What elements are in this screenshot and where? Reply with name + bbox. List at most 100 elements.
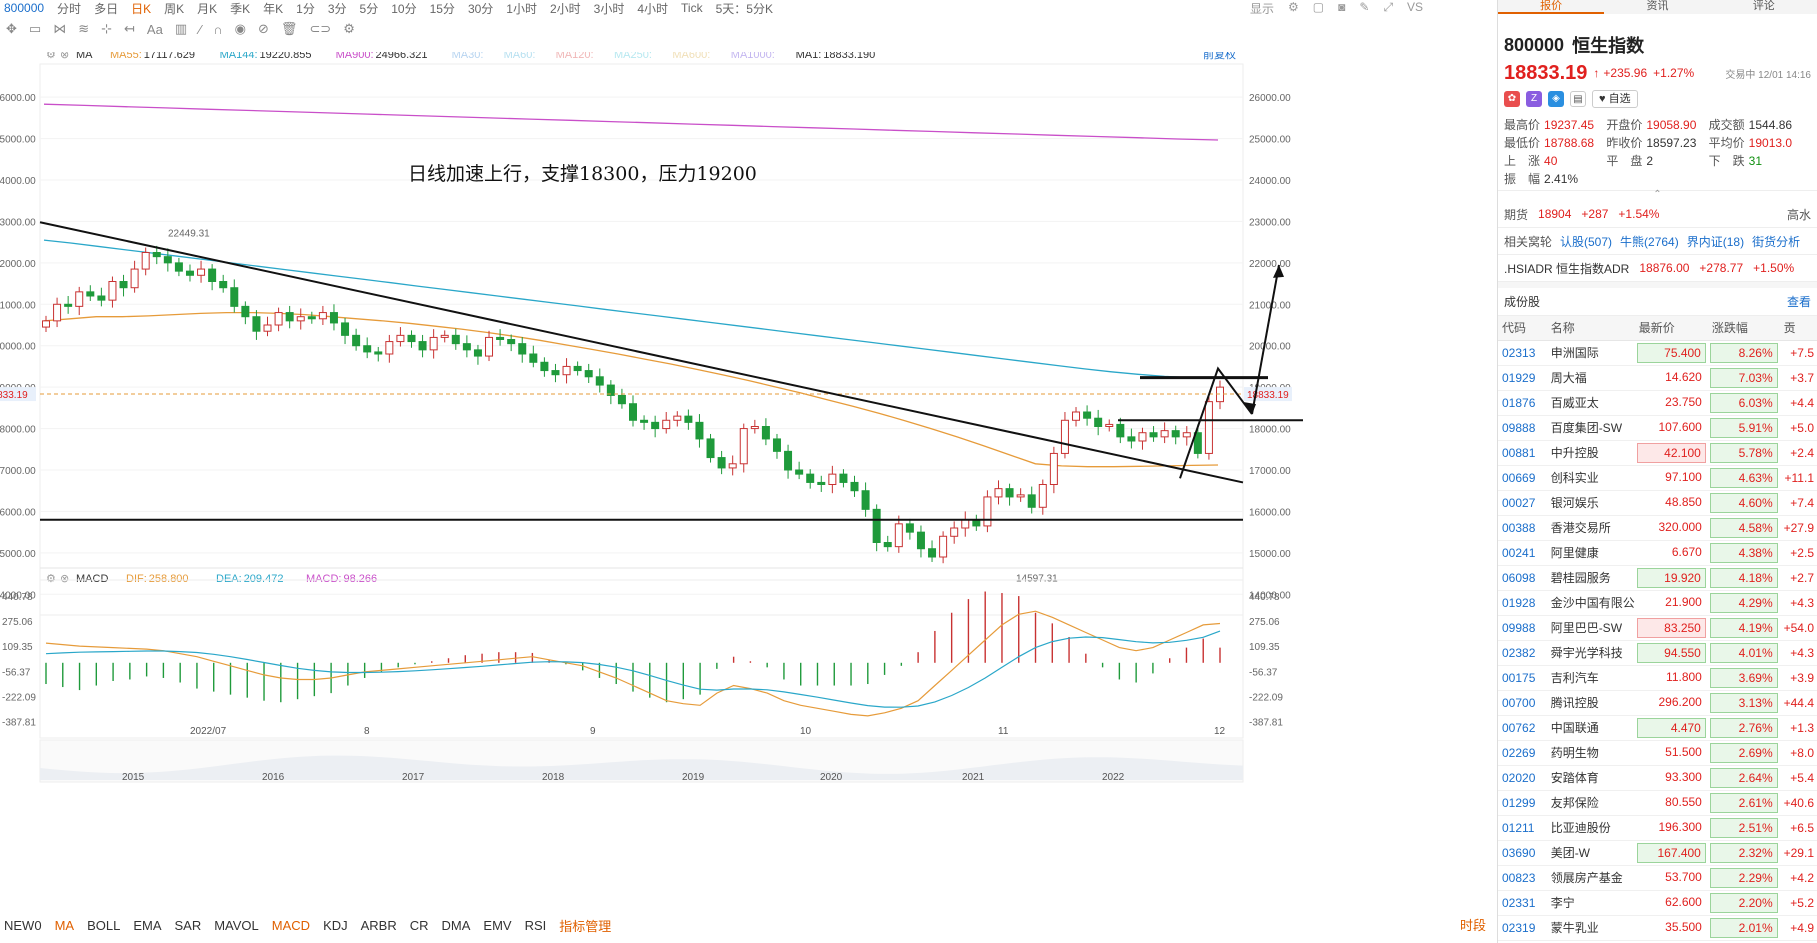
indicator-tab[interactable]: KDJ xyxy=(323,918,348,933)
period-tab[interactable]: 5分 xyxy=(356,0,388,17)
adjust-button[interactable]: 前复权 xyxy=(1203,52,1236,61)
table-row[interactable]: 02331 李宁 62.600 2.20% +5.2 xyxy=(1498,890,1817,916)
indicator-tab[interactable]: SAR xyxy=(174,918,201,933)
camera-icon[interactable]: ◙ xyxy=(1338,0,1345,16)
trend-line[interactable] xyxy=(39,221,1244,484)
stock-code[interactable]: 800000 xyxy=(0,1,53,15)
period-tab[interactable]: 4小时 xyxy=(633,0,677,17)
table-row[interactable]: 02313 申洲国际 75.400 8.26% +7.5 xyxy=(1498,340,1817,366)
close-icon[interactable]: ⊗ xyxy=(60,52,69,61)
indicator-tab[interactable]: CR xyxy=(410,918,429,933)
fullscreen-icon[interactable]: ⤢ xyxy=(1383,0,1393,16)
table-row[interactable]: 02382 舜宇光学科技 94.550 4.01% +4.3 xyxy=(1498,640,1817,666)
link-icon[interactable]: ⊂⊃ xyxy=(303,21,337,37)
period-tab[interactable]: 5天：5分K xyxy=(712,0,782,17)
table-row[interactable]: 00027 银河娱乐 48.850 4.60% +7.4 xyxy=(1498,490,1817,516)
table-row[interactable]: 02319 蒙牛乳业 35.500 2.01% +4.9 xyxy=(1498,915,1817,941)
period-tab[interactable]: 10分 xyxy=(387,0,425,17)
projection-down-path[interactable] xyxy=(1179,366,1253,479)
indicator-tab[interactable]: EMA xyxy=(133,918,161,933)
indicator-tab[interactable]: EMV xyxy=(483,918,511,933)
table-row[interactable]: 00881 中升控股 42.100 5.78% +2.4 xyxy=(1498,440,1817,466)
trash-icon[interactable]: 🗑 xyxy=(275,21,304,37)
period-tab[interactable]: 3分 xyxy=(324,0,356,17)
table-row[interactable]: 02269 药明生物 51.500 2.69% +8.0 xyxy=(1498,740,1817,766)
self-select-button[interactable]: ♥ 自选 xyxy=(1592,90,1638,108)
hk-flag-icon[interactable]: ✿ xyxy=(1504,91,1520,107)
collapse-chevron-icon[interactable]: ⌃ xyxy=(1498,190,1817,201)
related-link[interactable]: 街货分析 xyxy=(1752,233,1800,250)
period-tab[interactable]: 周K xyxy=(160,0,193,17)
draw-icon[interactable]: ✎ xyxy=(1359,0,1369,16)
indicator-tab[interactable]: ARBR xyxy=(361,918,397,933)
period-tab[interactable]: 分时 xyxy=(53,0,90,17)
futures-row[interactable]: 期货 18904 +287 +1.54% 高水 xyxy=(1498,201,1817,228)
macd-label[interactable]: MACD xyxy=(76,573,108,585)
period-tab[interactable]: 年K xyxy=(259,0,292,17)
panel-tab[interactable]: 评论 xyxy=(1711,0,1817,14)
indicator-tab[interactable]: MAVOL xyxy=(214,918,259,933)
table-row[interactable]: 00700 腾讯控股 296.200 3.13% +44.4 xyxy=(1498,690,1817,716)
compare-button[interactable]: VS xyxy=(1407,0,1423,16)
period-tab[interactable]: 多日 xyxy=(90,0,127,17)
indicator-tab[interactable]: MACD xyxy=(272,918,310,933)
period-tab[interactable]: Tick xyxy=(677,1,712,15)
z-icon[interactable]: Z xyxy=(1526,91,1542,107)
kline-chart[interactable]: ⚙ ⊗ MA MA55: 17117.629 MA144: 19220.855 MA900: 2… xyxy=(0,52,1497,932)
ruler-icon[interactable]: ▥ xyxy=(169,21,193,37)
indicator-tab[interactable]: RSI xyxy=(525,918,547,933)
ma-label[interactable]: MA xyxy=(76,52,93,61)
table-row[interactable]: 01928金沙中国有限公司 21.900 4.29%+4.3 xyxy=(1498,590,1817,616)
analysis-annotation[interactable]: 日线加速上行，支撑18300，压力19200 xyxy=(408,163,757,185)
table-row[interactable]: 00669 创科实业 97.100 4.63% +11.1 xyxy=(1498,465,1817,491)
table-row[interactable]: 09888 百度集团-SW 107.600 5.91% +5.0 xyxy=(1498,415,1817,441)
pattern-tool-icon[interactable]: ⋈ xyxy=(47,21,72,37)
macd-close-icon[interactable]: ⊗ xyxy=(60,573,69,585)
period-tab[interactable]: 3小时 xyxy=(590,0,634,17)
table-row[interactable]: 06098 碧桂园服务 19.920 4.18% +2.7 xyxy=(1498,565,1817,591)
column-header[interactable]: 最新价 xyxy=(1634,316,1708,341)
hide-icon[interactable]: ⊘ xyxy=(252,21,275,37)
indicator-tab[interactable]: DMA xyxy=(442,918,471,933)
indicator-tab[interactable]: 指标管理 xyxy=(559,916,611,935)
table-row[interactable]: 01929 周大福 14.620 7.03% +3.7 xyxy=(1498,365,1817,391)
arrow-tool-icon[interactable]: ↤ xyxy=(118,21,141,37)
period-tab[interactable]: 日K xyxy=(127,0,160,17)
period-tab[interactable]: 1小时 xyxy=(502,0,546,17)
table-row[interactable]: 00175 吉利汽车 11.800 3.69% +3.9 xyxy=(1498,665,1817,691)
table-row[interactable]: 02020 安踏体育 93.300 2.64% +5.4 xyxy=(1498,765,1817,791)
text-tool-icon[interactable]: Aa xyxy=(141,22,169,37)
view-more-link[interactable]: 查看 xyxy=(1787,293,1811,310)
indicator-tab[interactable]: MA xyxy=(55,918,75,933)
eye-icon[interactable]: ◉ xyxy=(229,21,252,37)
table-row[interactable]: 00762 中国联通 4.470 2.76% +1.3 xyxy=(1498,715,1817,741)
table-row[interactable]: 00241 阿里健康 6.670 4.38% +2.5 xyxy=(1498,540,1817,566)
table-row[interactable]: 01299 友邦保险 80.550 2.61% +40.6 xyxy=(1498,790,1817,816)
column-header[interactable]: 代码 xyxy=(1498,316,1547,341)
period-tab[interactable]: 1分 xyxy=(292,0,324,17)
related-link[interactable]: 认股(507) xyxy=(1560,233,1612,250)
table-row[interactable]: 01211 比亚迪股份 196.300 2.51% +6.5 xyxy=(1498,815,1817,841)
note-icon[interactable]: ▤ xyxy=(1570,91,1586,107)
period-tab[interactable]: 30分 xyxy=(464,0,502,17)
tag-icon[interactable]: ◈ xyxy=(1548,91,1564,107)
settings-icon[interactable]: ⚙ xyxy=(337,21,361,37)
layout-icon[interactable]: ▢ xyxy=(1313,0,1324,16)
table-row[interactable]: 00388 香港交易所 320.000 4.58% +27.9 xyxy=(1498,515,1817,541)
table-row[interactable]: 01876 百威亚太 23.750 6.03% +4.4 xyxy=(1498,390,1817,416)
indicator-tab[interactable]: NEW0 xyxy=(4,918,42,933)
crosshair-icon[interactable]: ✥ xyxy=(0,21,23,37)
measure-tool-icon[interactable]: ⊹ xyxy=(95,21,118,37)
period-tab[interactable]: 2小时 xyxy=(546,0,590,17)
rect-tool-icon[interactable]: ▭ xyxy=(23,21,47,37)
table-row[interactable]: 03690 美团-W 167.400 2.32% +29.1 xyxy=(1498,840,1817,866)
period-tab[interactable]: 15分 xyxy=(426,0,464,17)
related-link[interactable]: 牛熊(2764) xyxy=(1620,233,1679,250)
panel-tab[interactable]: 资讯 xyxy=(1604,0,1710,14)
magnet-icon[interactable]: ∩ xyxy=(207,22,228,37)
table-row[interactable]: 09988 阿里巴巴-SW 83.250 4.19% +54.0 xyxy=(1498,615,1817,641)
period-tab[interactable]: 季K xyxy=(226,0,259,17)
adr-row[interactable]: .HSIADR 恒生指数ADR 18876.00 +278.77 +1.50% xyxy=(1498,255,1817,282)
settings-icon[interactable]: ⚙ xyxy=(46,52,56,61)
panel-tab[interactable]: 报价 xyxy=(1498,0,1605,14)
